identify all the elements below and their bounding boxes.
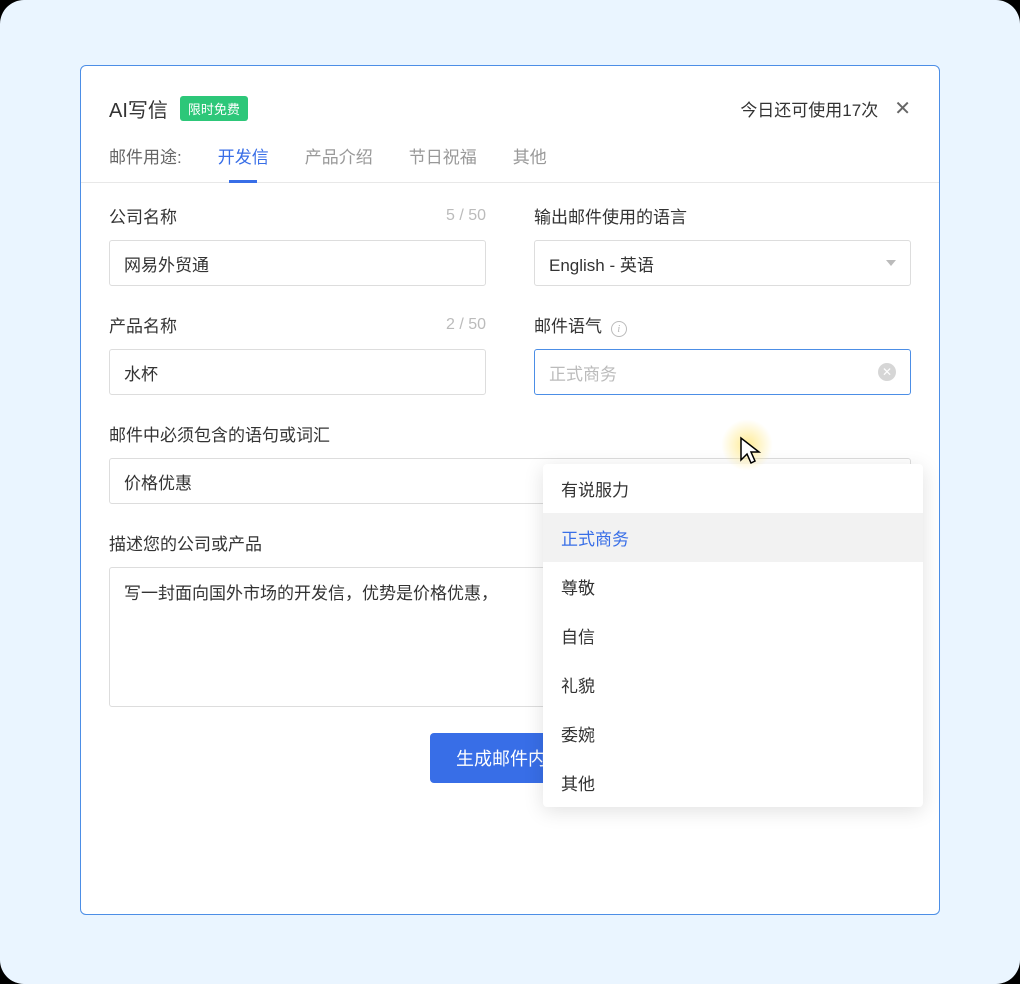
description-label: 描述您的公司或产品	[109, 530, 262, 555]
modal-header: AI写信 限时免费 今日还可使用17次 ✕	[81, 66, 939, 143]
header-left: AI写信 限时免费	[109, 94, 248, 123]
outer-panel: AI写信 限时免费 今日还可使用17次 ✕ 邮件用途: 开发信 产品介绍 节日祝…	[0, 0, 1020, 984]
language-label: 输出邮件使用的语言	[534, 203, 687, 228]
tab-other[interactable]: 其他	[513, 143, 547, 182]
tab-product-intro[interactable]: 产品介绍	[305, 143, 373, 182]
tab-holiday[interactable]: 节日祝福	[409, 143, 477, 182]
tabs-label: 邮件用途:	[109, 143, 182, 182]
language-select[interactable]: English - 英语	[534, 240, 911, 286]
usage-count: 今日还可使用17次	[740, 96, 878, 121]
ai-write-modal: AI写信 限时免费 今日还可使用17次 ✕ 邮件用途: 开发信 产品介绍 节日祝…	[80, 65, 940, 915]
tone-placeholder: 正式商务	[549, 360, 617, 385]
free-badge: 限时免费	[180, 96, 248, 121]
info-icon[interactable]: i	[611, 321, 627, 337]
tone-option-respectful[interactable]: 尊敬	[543, 562, 923, 611]
product-label: 产品名称	[109, 312, 177, 337]
row-product-tone: 产品名称 2 / 50 邮件语气 i 正式商务 ✕	[109, 312, 911, 395]
header-right: 今日还可使用17次 ✕	[740, 96, 911, 121]
row-company-language: 公司名称 5 / 50 输出邮件使用的语言 English - 英语	[109, 203, 911, 286]
language-value: English - 英语	[549, 251, 654, 276]
company-label: 公司名称	[109, 203, 177, 228]
tone-option-polite[interactable]: 礼貌	[543, 660, 923, 709]
tone-dropdown: 有说服力 正式商务 尊敬 自信 礼貌 委婉 其他	[543, 464, 923, 807]
product-input[interactable]	[109, 349, 486, 395]
tone-select[interactable]: 正式商务 ✕	[534, 349, 911, 395]
product-count: 2 / 50	[446, 316, 486, 334]
company-count: 5 / 50	[446, 207, 486, 225]
group-company: 公司名称 5 / 50	[109, 203, 486, 286]
modal-title: AI写信	[109, 94, 168, 123]
tone-option-formal[interactable]: 正式商务	[543, 513, 923, 562]
chevron-down-icon	[886, 260, 896, 266]
tab-develop[interactable]: 开发信	[218, 143, 269, 182]
company-input[interactable]	[109, 240, 486, 286]
group-language: 输出邮件使用的语言 English - 英语	[534, 203, 911, 286]
group-tone: 邮件语气 i 正式商务 ✕	[534, 312, 911, 395]
group-product: 产品名称 2 / 50	[109, 312, 486, 395]
tone-option-euphemistic[interactable]: 委婉	[543, 709, 923, 758]
must-include-label: 邮件中必须包含的语句或词汇	[109, 421, 330, 446]
tone-option-confident[interactable]: 自信	[543, 611, 923, 660]
tabs-row: 邮件用途: 开发信 产品介绍 节日祝福 其他	[81, 143, 939, 183]
close-icon[interactable]: ✕	[894, 99, 911, 119]
clear-icon[interactable]: ✕	[878, 363, 896, 381]
tone-option-persuasive[interactable]: 有说服力	[543, 464, 923, 513]
tone-label: 邮件语气 i	[534, 312, 627, 337]
tone-option-other[interactable]: 其他	[543, 758, 923, 807]
